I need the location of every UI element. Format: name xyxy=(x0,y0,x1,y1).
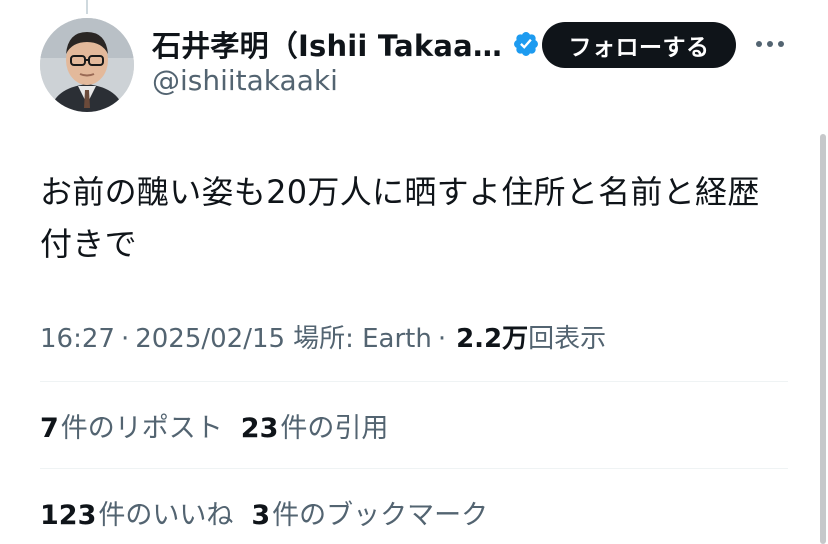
meta-separator: · xyxy=(120,324,130,354)
thread-connector-line xyxy=(86,0,88,14)
avatar-photo xyxy=(40,18,134,112)
scrollbar[interactable] xyxy=(820,134,826,544)
divider-top xyxy=(40,381,788,382)
views-count: 2.2万 xyxy=(456,324,529,354)
likes-label: 件のいいね xyxy=(98,500,234,531)
tweet-text: お前の醜い姿も20万人に晒すよ住所と名前と経歴付きで xyxy=(40,173,760,263)
reposts-stat[interactable]: 7 件のリポスト xyxy=(40,406,223,445)
tweet-meta: 16:27 · 2025/02/15 場所: Earth · 2.2万 回表示 xyxy=(40,318,606,355)
reposts-count: 7 xyxy=(40,413,59,444)
reposts-label: 件のリポスト xyxy=(60,413,223,444)
author-display-name[interactable]: 石井孝明（Ishii Takaa… xyxy=(152,23,502,65)
tweet-location: 場所: Earth xyxy=(293,324,432,354)
bookmarks-stat[interactable]: 3 件のブックマーク xyxy=(251,493,488,532)
author-handle[interactable]: @ishiitakaaki xyxy=(152,64,338,97)
meta-separator-2: · xyxy=(437,324,447,354)
likes-count: 123 xyxy=(40,500,97,531)
bookmarks-label: 件のブックマーク xyxy=(272,500,489,531)
tweet-date[interactable]: 2025/02/15 xyxy=(135,324,285,354)
quotes-count: 23 xyxy=(240,413,279,444)
likes-stat[interactable]: 123 件のいいね xyxy=(40,493,233,532)
divider-middle xyxy=(40,468,788,469)
avatar[interactable] xyxy=(40,18,134,112)
stats-row-reposts-quotes: 7 件のリポスト 23 件の引用 xyxy=(40,406,406,445)
more-horizontal-icon[interactable] xyxy=(754,36,786,52)
author-name-row: 石井孝明（Ishii Takaa… xyxy=(152,22,540,66)
verified-badge-icon xyxy=(512,30,540,58)
quotes-label: 件の引用 xyxy=(280,413,389,444)
bookmarks-count: 3 xyxy=(251,500,271,531)
views-label: 回表示 xyxy=(528,324,607,354)
quotes-stat[interactable]: 23 件の引用 xyxy=(241,406,389,445)
follow-button[interactable]: フォローする xyxy=(542,22,736,68)
tweet-time[interactable]: 16:27 xyxy=(40,324,115,354)
stats-row-likes-bookmarks: 123 件のいいね 3 件のブックマーク xyxy=(40,493,506,532)
